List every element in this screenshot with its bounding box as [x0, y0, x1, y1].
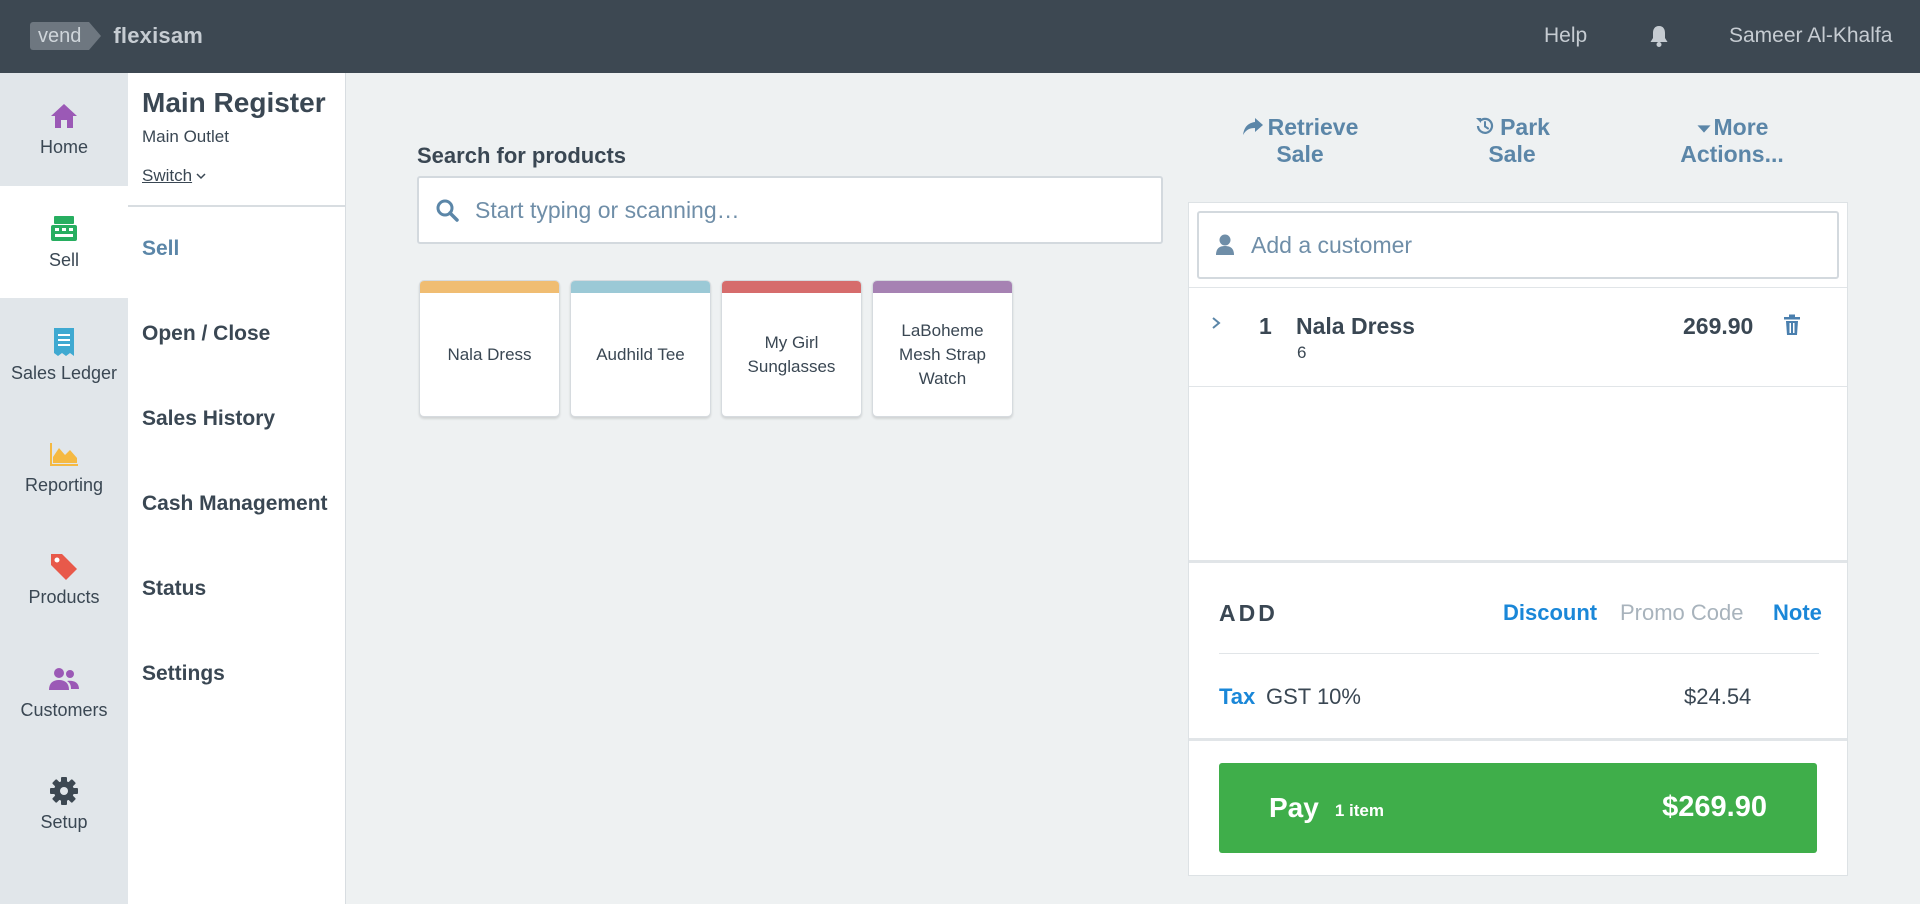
more-line2: Actions...: [1680, 141, 1784, 167]
register-title: Main Register: [142, 87, 326, 118]
more-line1: More: [1672, 114, 1792, 141]
customer-search: [1197, 211, 1839, 279]
park-sale-button[interactable]: Park Sale: [1462, 114, 1562, 168]
line-item-variant: 6: [1297, 343, 1307, 362]
product-search: [417, 176, 1163, 244]
rail-label: Customers: [20, 699, 108, 720]
users-icon: [49, 667, 79, 690]
retrieve-sale-button[interactable]: Retrieve Sale: [1240, 114, 1360, 168]
rail-item-home[interactable]: Home: [0, 73, 128, 185]
add-note-link[interactable]: Note: [1773, 600, 1822, 626]
main-nav-rail: Home Sell Sales Ledger Reporting Product…: [0, 73, 128, 904]
tax-link[interactable]: Tax: [1219, 684, 1255, 710]
sale-panel: 1 Nala Dress 6 269.90 ADD Discount Promo…: [1188, 202, 1848, 876]
search-input[interactable]: [475, 196, 1135, 224]
tile-label: Audhild Tee: [596, 344, 685, 364]
trash-icon[interactable]: [1782, 313, 1802, 337]
add-discount-link[interactable]: Discount: [1503, 600, 1597, 626]
add-promo-code-link[interactable]: Promo Code: [1620, 600, 1744, 626]
divider: [1189, 560, 1847, 563]
quick-key-my-girl-sunglasses[interactable]: My Girl Sunglasses: [721, 280, 862, 417]
gear-icon: [50, 776, 78, 805]
subnav-item-cash-management[interactable]: Cash Management: [142, 492, 328, 516]
rail-label: Sales Ledger: [10, 362, 118, 383]
tile-color-bar: [571, 281, 710, 293]
store-name: flexisam: [113, 23, 204, 48]
tile-color-bar: [420, 281, 559, 293]
pay-item-count: 1 item: [1334, 801, 1384, 820]
divider: [1189, 287, 1847, 288]
subnav-item-sales-history[interactable]: Sales History: [142, 407, 275, 431]
quick-key-laboheme-watch[interactable]: LaBoheme Mesh Strap Watch: [872, 280, 1013, 417]
customer-input[interactable]: [1251, 231, 1831, 259]
rail-label: Reporting: [24, 474, 104, 495]
pay-button[interactable]: Pay 1 item $269.90: [1219, 763, 1817, 853]
divider: [1189, 738, 1847, 741]
share-icon: [1242, 118, 1263, 135]
divider: [1219, 653, 1819, 654]
logo-text: vend: [30, 22, 102, 50]
rail-label: Home: [39, 136, 88, 157]
add-label: ADD: [1219, 600, 1278, 626]
caret-down-icon: [1696, 125, 1711, 133]
chevron-down-icon: [196, 173, 206, 180]
chevron-right-icon[interactable]: [1209, 313, 1223, 333]
quick-key-audhild-tee[interactable]: Audhild Tee: [570, 280, 711, 417]
rail-item-sales-ledger[interactable]: Sales Ledger: [0, 299, 128, 411]
subnav-divider: [128, 205, 345, 207]
register-icon: [51, 215, 77, 241]
park-line1: Park: [1462, 114, 1562, 141]
switch-register-link[interactable]: Switch: [142, 166, 206, 186]
user-menu[interactable]: Sameer Al-Khalfa: [1729, 24, 1892, 48]
switch-label: Switch: [142, 166, 193, 185]
retrieve-line1: Retrieve: [1240, 114, 1360, 141]
rail-item-customers[interactable]: Customers: [0, 636, 128, 748]
subnav-item-status[interactable]: Status: [142, 577, 206, 601]
rail-label: Products: [28, 586, 100, 607]
bell-icon[interactable]: [1648, 24, 1670, 48]
home-icon: [51, 103, 77, 128]
tax-amount: $24.54: [1684, 684, 1752, 709]
more-actions-button[interactable]: More Actions...: [1672, 114, 1792, 168]
retrieve-line2: Sale: [1276, 141, 1324, 167]
sell-subnav: Main Register Main Outlet Switch Sell Op…: [128, 73, 346, 904]
vend-logo[interactable]: vend flexisam: [30, 22, 203, 50]
line-item-price: 269.90: [1683, 313, 1754, 339]
top-bar: vend flexisam Help Sameer Al-Khalfa: [0, 0, 1920, 73]
rail-item-reporting[interactable]: Reporting: [0, 411, 128, 523]
quick-key-nala-dress[interactable]: Nala Dress: [419, 280, 560, 417]
pay-total: $269.90: [1662, 791, 1767, 823]
tags-icon: [51, 553, 77, 580]
divider: [1189, 386, 1847, 387]
rail-label: Sell: [48, 249, 79, 270]
rail-label: Setup: [40, 811, 88, 832]
pay-label: Pay: [1269, 792, 1319, 823]
tile-label: My Girl Sunglasses: [747, 332, 836, 376]
tax-rate: GST 10%: [1266, 684, 1361, 709]
tile-color-bar: [873, 281, 1012, 293]
tile-color-bar: [722, 281, 861, 293]
search-label: Search for products: [417, 143, 627, 168]
subnav-item-sell[interactable]: Sell: [142, 237, 179, 261]
search-icon: [436, 199, 459, 222]
subnav-item-open-close[interactable]: Open / Close: [142, 322, 270, 346]
line-item-qty: 1: [1259, 313, 1272, 339]
park-line2: Sale: [1488, 141, 1536, 167]
chart-icon: [50, 442, 78, 466]
register-outlet: Main Outlet: [142, 127, 229, 146]
subnav-item-settings[interactable]: Settings: [142, 662, 225, 686]
receipt-icon: [54, 327, 74, 356]
tile-label: Nala Dress: [447, 344, 532, 364]
rail-item-setup[interactable]: Setup: [0, 748, 128, 860]
user-icon: [1216, 234, 1234, 255]
rail-item-products[interactable]: Products: [0, 523, 128, 635]
line-item-name[interactable]: Nala Dress: [1296, 313, 1415, 340]
rail-item-sell[interactable]: Sell: [0, 186, 128, 298]
help-link[interactable]: Help: [1544, 24, 1587, 48]
history-icon: [1476, 117, 1494, 134]
tile-label: LaBoheme Mesh Strap Watch: [899, 320, 986, 388]
